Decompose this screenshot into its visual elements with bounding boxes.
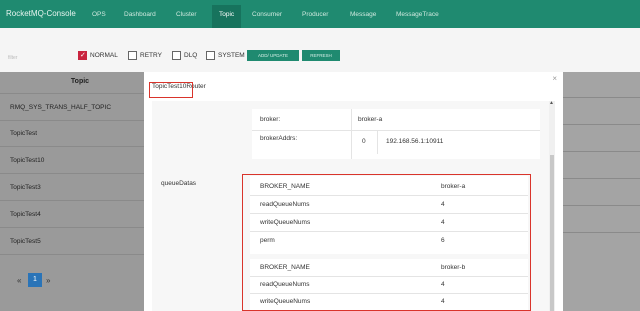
pager-next-icon[interactable]: » — [46, 276, 50, 285]
checkbox-retry[interactable]: RETRY — [128, 51, 162, 60]
nav-cluster[interactable]: Cluster — [176, 11, 197, 18]
checkbox-label: DLQ — [184, 52, 198, 59]
checkbox-icon[interactable] — [172, 51, 181, 60]
table-row[interactable]: TopicTest3 — [10, 184, 41, 191]
table-row[interactable]: TopicTest — [10, 130, 37, 137]
nav-ops[interactable]: OPS — [92, 11, 106, 18]
table-divider — [351, 109, 352, 159]
topic-router-dialog: × TopicTest10Router broker: broker-a bro… — [144, 72, 563, 311]
checkbox-normal[interactable]: NORMAL — [78, 51, 118, 60]
table-divider — [377, 130, 378, 154]
table-divider — [563, 178, 640, 179]
table-row[interactable]: TopicTest10 — [10, 157, 44, 164]
filter-input[interactable]: filter — [4, 52, 64, 65]
broker-value: broker-a — [358, 116, 383, 123]
broker-addrs-label: brokerAddrs: — [260, 135, 298, 142]
top-navbar: RocketMQ-Console OPS Dashboard Cluster T… — [0, 0, 640, 28]
table-divider — [563, 232, 640, 233]
checkbox-label: SYSTEM — [218, 52, 245, 59]
refresh-button[interactable]: REFRESH — [302, 50, 340, 61]
table-divider — [563, 124, 640, 125]
pager-page-button[interactable]: 1 — [28, 273, 42, 287]
nav-topic[interactable]: Topic — [212, 5, 242, 28]
checkbox-label: NORMAL — [90, 52, 118, 59]
table-row[interactable]: RMQ_SYS_TRANS_HALF_TOPIC — [10, 104, 111, 111]
nav-producer[interactable]: Producer — [302, 11, 328, 18]
broker-label: broker: — [260, 116, 281, 123]
table-row[interactable]: TopicTest5 — [10, 238, 41, 245]
close-icon[interactable]: × — [552, 74, 557, 83]
checkbox-system[interactable]: SYSTEM — [206, 51, 245, 60]
table-divider — [563, 97, 640, 98]
broker-card — [252, 109, 540, 159]
nav-message[interactable]: Message — [350, 11, 376, 18]
table-row[interactable]: TopicTest4 — [10, 211, 41, 218]
checkbox-dlq[interactable]: DLQ — [172, 51, 197, 60]
table-divider — [252, 130, 540, 131]
title-highlight-box — [149, 82, 193, 98]
checkbox-icon[interactable] — [206, 51, 215, 60]
scrollbar-thumb[interactable] — [550, 155, 554, 311]
table-divider — [563, 151, 640, 152]
nav-messagetrace[interactable]: MessageTrace — [396, 11, 439, 18]
table-divider — [563, 205, 640, 206]
scroll-up-icon[interactable]: ▲ — [549, 100, 554, 106]
broker-addrs-value: 192.168.56.1:10911 — [386, 138, 444, 145]
table-header-topic: Topic — [70, 78, 90, 85]
nav-dashboard[interactable]: Dashboard — [124, 11, 156, 18]
add-update-button[interactable]: ADD/ UPDATE — [247, 50, 299, 61]
nav-consumer[interactable]: Consumer — [252, 11, 282, 18]
background-dim — [563, 72, 640, 311]
queue-datas-label: queueDatas — [161, 180, 197, 187]
pager-prev-icon[interactable]: « — [17, 276, 21, 285]
queue-datas-highlight-box — [242, 174, 531, 311]
checkbox-label: RETRY — [140, 52, 162, 59]
checkbox-icon[interactable] — [128, 51, 137, 60]
checkbox-checked-icon[interactable] — [78, 51, 87, 60]
broker-addrs-index: 0 — [362, 138, 366, 145]
brand-title[interactable]: RocketMQ-Console — [6, 9, 76, 18]
